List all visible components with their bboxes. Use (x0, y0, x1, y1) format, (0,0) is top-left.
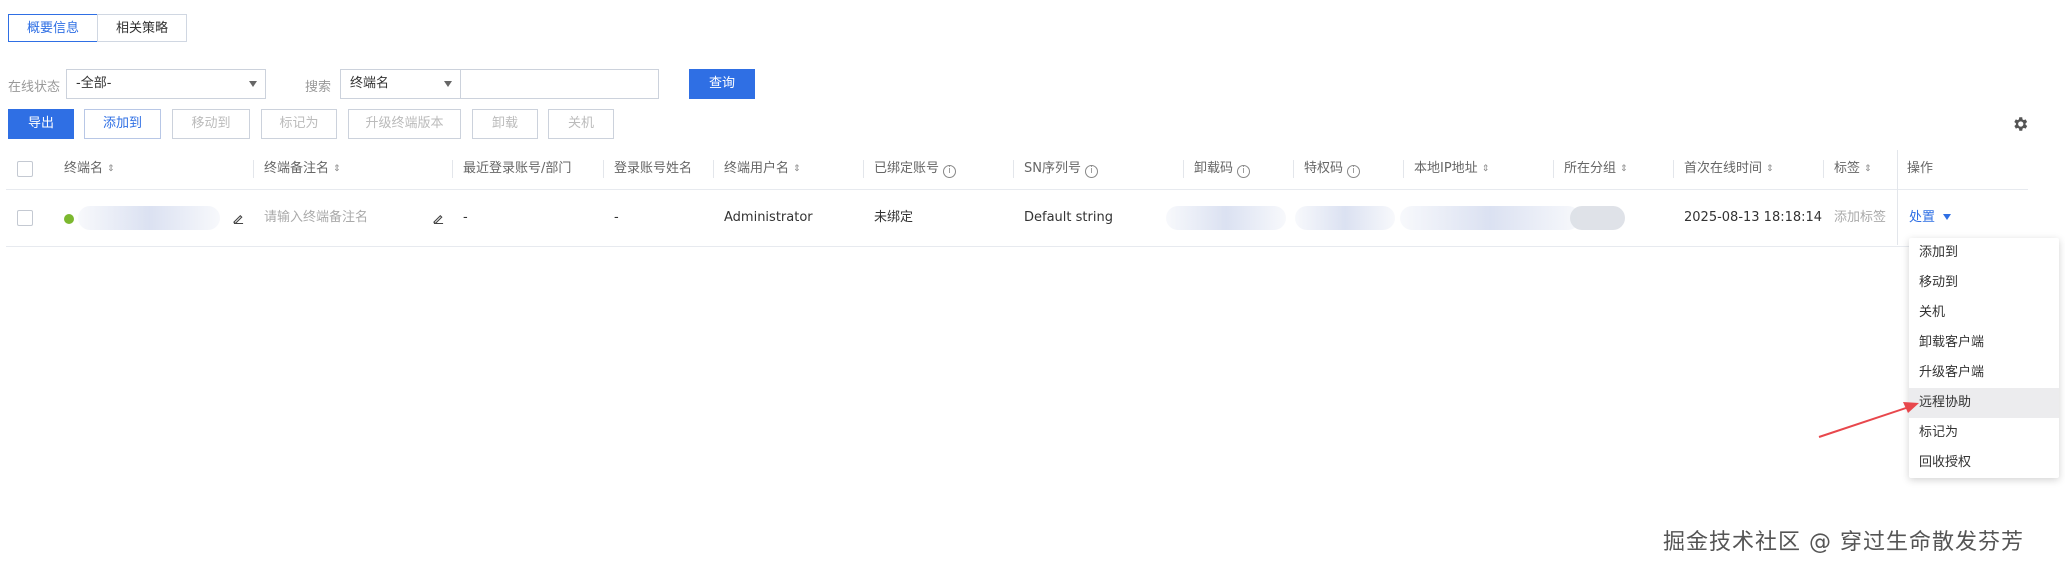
header-bound-account: 已绑定账号 i (874, 149, 957, 189)
header-bound-account-label: 已绑定账号 (874, 161, 940, 176)
menu-item-remote-assist[interactable]: 远程协助 (1909, 388, 2059, 418)
chevron-down-icon (249, 81, 257, 87)
terminal-user-value: Administrator (724, 210, 813, 225)
menu-item-add-to[interactable]: 添加到 (1909, 238, 2059, 268)
group-redacted (1570, 206, 1625, 230)
tab-overview[interactable]: 概要信息 (8, 14, 98, 42)
move-to-button[interactable]: 移动到 (172, 109, 250, 139)
row-checkbox[interactable] (17, 210, 33, 226)
uninstall-button[interactable]: 卸载 (472, 109, 538, 139)
header-sn: SN序列号 i (1024, 149, 1098, 189)
menu-item-mark-as[interactable]: 标记为 (1909, 418, 2059, 448)
sort-icon: ⇕ (793, 164, 801, 174)
online-status-select[interactable]: -全部- (66, 69, 266, 99)
mark-as-button[interactable]: 标记为 (261, 109, 337, 139)
search-input[interactable] (460, 69, 659, 99)
header-local-ip-label: 本地IP地址 (1414, 161, 1478, 176)
header-local-ip[interactable]: 本地IP地址 ⇕ (1414, 149, 1489, 189)
sn-value: Default string (1024, 210, 1113, 225)
info-icon[interactable]: i (1347, 165, 1361, 178)
gear-icon[interactable] (2011, 115, 2029, 133)
local-ip-redacted (1400, 206, 1580, 230)
info-icon[interactable]: i (1084, 165, 1098, 178)
export-button[interactable]: 导出 (8, 109, 74, 139)
sort-icon: ⇕ (107, 164, 115, 174)
header-privilege-code: 特权码 i (1304, 149, 1361, 189)
header-login-name: 登录账号姓名 (614, 161, 693, 176)
search-label: 搜索 (305, 80, 332, 95)
sort-icon: ⇕ (1766, 164, 1774, 174)
terminal-name-redacted (78, 206, 220, 230)
online-status-value: -全部- (76, 76, 112, 91)
header-terminal-user[interactable]: 终端用户名 ⇕ (724, 149, 801, 189)
search-field-value: 终端名 (350, 76, 390, 91)
header-group-label: 所在分组 (1564, 161, 1617, 176)
tab-related-policy[interactable]: 相关策略 (97, 14, 187, 42)
header-tag[interactable]: 标签 ⇕ (1834, 149, 1872, 189)
first-online-value: 2025-08-13 18:18:14 (1684, 210, 1823, 225)
header-privilege-code-label: 特权码 (1304, 161, 1344, 176)
query-button[interactable]: 查询 (689, 69, 755, 99)
menu-item-upgrade-client[interactable]: 升级客户端 (1909, 358, 2059, 388)
search-field-select[interactable]: 终端名 (340, 69, 461, 99)
login-name-value: - (614, 210, 619, 225)
online-status-dot (64, 214, 74, 224)
menu-item-revoke-license[interactable]: 回收授权 (1909, 448, 2059, 478)
chevron-down-icon (444, 81, 452, 87)
add-tag-link[interactable]: 添加标签 (1834, 200, 1886, 236)
header-terminal-user-label: 终端用户名 (724, 161, 790, 176)
action-dropdown-label: 处置 (1909, 210, 1936, 225)
header-tag-label: 标签 (1834, 161, 1861, 176)
select-all-checkbox[interactable] (17, 161, 33, 177)
sort-icon: ⇕ (1620, 164, 1628, 174)
recent-login-value: - (463, 210, 468, 225)
uninstall-code-redacted (1166, 206, 1286, 230)
info-icon[interactable]: i (1237, 165, 1251, 178)
header-first-online[interactable]: 首次在线时间 ⇕ (1684, 149, 1774, 189)
online-status-label: 在线状态 (8, 80, 61, 95)
header-sn-label: SN序列号 (1024, 161, 1081, 176)
sort-icon: ⇕ (333, 164, 341, 174)
header-first-online-label: 首次在线时间 (1684, 161, 1763, 176)
add-to-button[interactable]: 添加到 (84, 109, 161, 139)
edit-icon[interactable] (233, 213, 244, 224)
header-remark-name[interactable]: 终端备注名 ⇕ (264, 149, 341, 189)
header-uninstall-code: 卸载码 i (1194, 149, 1251, 189)
bound-account-value: 未绑定 (874, 210, 914, 225)
menu-item-uninstall-client[interactable]: 卸载客户端 (1909, 328, 2059, 358)
shutdown-button[interactable]: 关机 (548, 109, 614, 139)
edit-icon[interactable] (433, 213, 444, 224)
watermark: 掘金技术社区 @ 穿过生命散发芬芳 (1663, 530, 2024, 555)
sort-icon: ⇕ (1864, 164, 1872, 174)
header-terminal-name-label: 终端名 (64, 161, 104, 176)
header-terminal-name[interactable]: 终端名 ⇕ (64, 149, 115, 189)
upgrade-version-button[interactable]: 升级终端版本 (348, 109, 461, 139)
header-uninstall-code-label: 卸载码 (1194, 161, 1234, 176)
remark-name-input[interactable]: 请输入终端备注名 (264, 200, 368, 236)
action-menu: 添加到 移动到 关机 卸载客户端 升级客户端 远程协助 标记为 回收授权 (1909, 238, 2059, 478)
caret-down-icon (1943, 214, 1952, 220)
header-recent-login: 最近登录账号/部门 (463, 161, 572, 176)
info-icon[interactable]: i (943, 165, 957, 178)
menu-item-move-to[interactable]: 移动到 (1909, 268, 2059, 298)
header-group[interactable]: 所在分组 ⇕ (1564, 149, 1628, 189)
header-actions: 操作 (1907, 161, 1934, 176)
annotation-arrow (1818, 402, 1919, 438)
menu-item-shutdown[interactable]: 关机 (1909, 298, 2059, 328)
sort-icon: ⇕ (1481, 164, 1490, 174)
privilege-code-redacted (1295, 206, 1395, 230)
header-remark-name-label: 终端备注名 (264, 161, 330, 176)
action-dropdown[interactable]: 处置 (1909, 200, 1952, 236)
